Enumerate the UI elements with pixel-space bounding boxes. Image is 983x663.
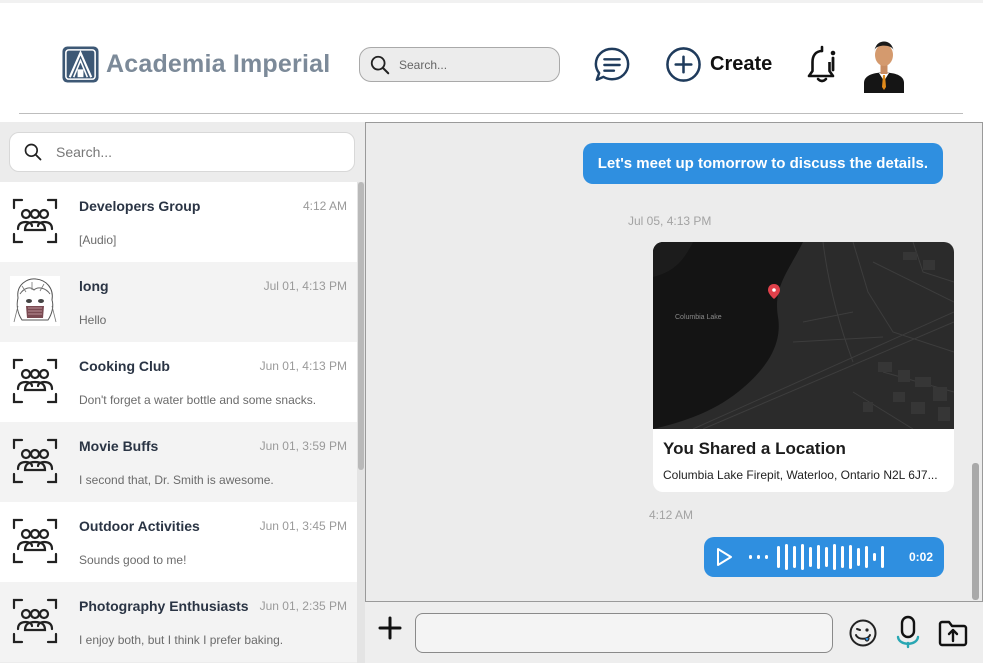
conversation-item[interactable]: long Jul 01, 4:13 PM Hello [0,262,357,342]
voice-message[interactable]: 0:02 [704,537,944,577]
voice-duration: 0:02 [908,550,933,564]
chat-pane: Let's meet up tomorrow to discuss the de… [365,122,983,663]
conversation-item[interactable]: Photography Enthusiasts Jun 01, 2:35 PM … [0,582,357,662]
location-title: You Shared a Location [663,439,846,458]
shared-location-card[interactable]: Columbia Lake You Shared a Location Colu… [653,242,954,492]
create-button[interactable]: Create [665,46,772,83]
conversation-time: 4:12 AM [302,199,347,213]
group-icon [12,518,58,564]
messages-icon[interactable] [593,46,631,84]
conversation-preview: I second that, Dr. Smith is awesome. [79,473,274,487]
play-icon[interactable] [714,547,734,567]
search-icon [370,55,390,74]
conversation-name: Movie Buffs [79,438,159,454]
conversation-preview: [Audio] [79,233,117,247]
app-name: Academia Imperial [106,50,331,78]
conversation-name: Cooking Club [79,358,170,374]
conversation-list: Developers Group 4:12 AM [Audio] long Ju… [0,182,357,663]
header-search-box[interactable] [359,47,560,82]
message-timestamp: Jul 05, 4:13 PM [628,214,712,228]
message-timestamp: 4:12 AM [649,508,694,522]
microphone-icon[interactable] [893,615,923,649]
conversation-name: long [79,278,109,294]
group-icon [12,358,58,404]
conversation-time: Jun 01, 3:45 PM [259,519,347,533]
plus-icon[interactable] [377,615,403,641]
conversation-item[interactable]: Movie Buffs Jun 01, 3:59 PM I second tha… [0,422,357,502]
conversation-preview: Don't forget a water bottle and some sna… [79,393,317,407]
conversation-item[interactable]: Outdoor Activities Jun 01, 3:45 PM Sound… [0,502,357,582]
outgoing-text-message[interactable]: Let's meet up tomorrow to discuss the de… [582,143,943,184]
conversation-name: Outdoor Activities [79,518,200,534]
group-icon [12,598,58,644]
sidebar-search-box[interactable] [9,132,355,172]
conversation-time: Jun 01, 4:13 PM [259,359,347,373]
brand[interactable]: Academia Imperial [61,45,330,84]
conversation-name: Developers Group [79,198,201,214]
brand-logo-icon [62,46,99,83]
folder-upload-icon[interactable] [938,619,968,647]
message-area: Let's meet up tomorrow to discuss the de… [365,122,983,602]
group-icon [12,438,58,484]
create-label: Create [710,53,773,75]
conversation-item[interactable]: Developers Group 4:12 AM [Audio] [0,182,357,262]
location-map: Columbia Lake [653,242,954,429]
conversation-time: Jun 01, 2:35 PM [259,599,347,613]
emoji-icon[interactable] [848,618,878,648]
user-avatar[interactable] [862,35,906,93]
conversation-item[interactable]: Cooking Club Jun 01, 4:13 PM Don't forge… [0,342,357,422]
location-address: Columbia Lake Firepit, Waterloo, Ontario… [663,468,938,482]
plus-circle-icon [666,47,701,82]
app-window: Academia Imperial Create [0,0,983,663]
search-icon [24,143,42,161]
conversation-preview: I enjoy both, but I think I prefer bakin… [79,633,284,647]
audio-waveform [749,544,884,570]
message-input[interactable] [415,613,833,653]
header-search-input[interactable] [399,57,549,72]
conversation-preview: Hello [79,313,107,327]
sidebar-search-input[interactable] [56,144,336,160]
message-composer [365,602,983,663]
conversation-preview: Sounds good to me! [79,553,187,567]
group-icon [12,198,58,244]
conversation-sidebar: Developers Group 4:12 AM [Audio] long [0,122,365,663]
map-label: Columbia Lake [675,314,722,321]
conversation-name: Photography Enthusiasts [79,598,249,614]
anime-avatar [10,276,60,326]
notification-bell-icon[interactable] [806,45,840,85]
conversation-time: Jul 01, 4:13 PM [263,279,347,293]
chat-scrollbar-thumb[interactable] [972,463,979,600]
top-header: Academia Imperial Create [0,0,983,122]
header-divider [19,113,963,114]
conversation-time: Jun 01, 3:59 PM [259,439,347,453]
sidebar-scrollbar-thumb[interactable] [358,182,364,470]
